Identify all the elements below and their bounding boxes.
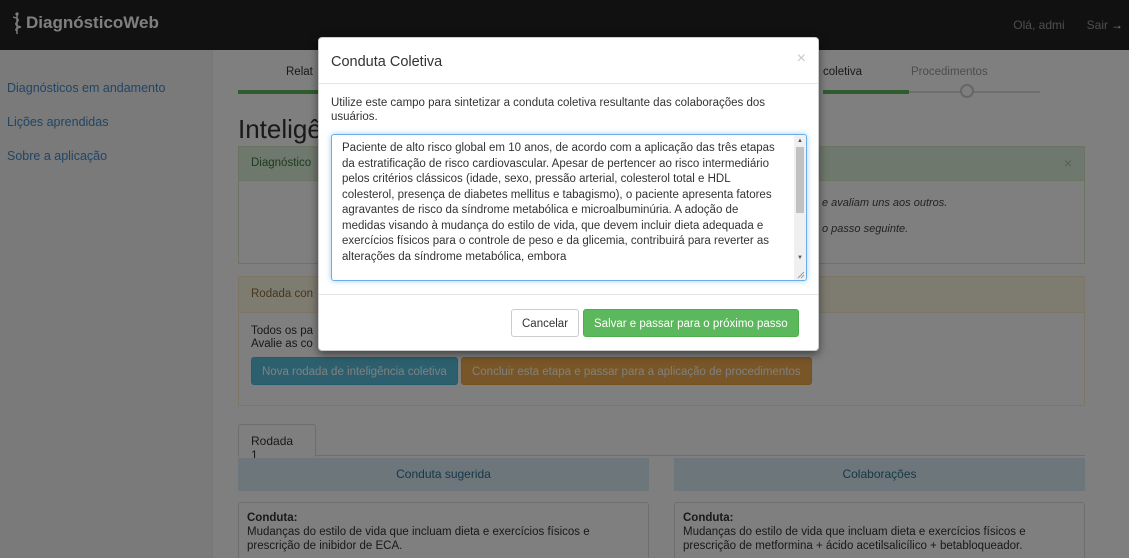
cancel-button[interactable]: Cancelar xyxy=(511,309,580,337)
modal-description: Utilize este campo para sintetizar a con… xyxy=(331,97,766,123)
save-next-button[interactable]: Salvar e passar para o próximo passo xyxy=(583,309,799,337)
conduct-textarea[interactable]: Paciente de alto risco global em 10 anos… xyxy=(331,134,807,281)
modal-body: Utilize este campo para sintetizar a con… xyxy=(319,84,818,293)
scroll-up-icon[interactable]: ▲ xyxy=(794,136,806,146)
collective-conduct-modal: Conduta Coletiva × Utilize este campo pa… xyxy=(318,37,819,351)
conduct-textarea-value[interactable]: Paciente de alto risco global em 10 anos… xyxy=(332,135,794,265)
resize-handle-icon[interactable] xyxy=(797,271,805,279)
modal-header: Conduta Coletiva × xyxy=(319,38,818,84)
modal-footer: Cancelar Salvar e passar para o próximo … xyxy=(319,294,818,350)
scrollbar-thumb[interactable] xyxy=(796,147,804,213)
scroll-down-icon[interactable]: ▼ xyxy=(794,253,806,263)
textarea-scrollbar[interactable]: ▲ ▼ xyxy=(794,135,806,280)
close-icon[interactable]: × xyxy=(797,50,806,68)
modal-title: Conduta Coletiva xyxy=(331,54,443,70)
